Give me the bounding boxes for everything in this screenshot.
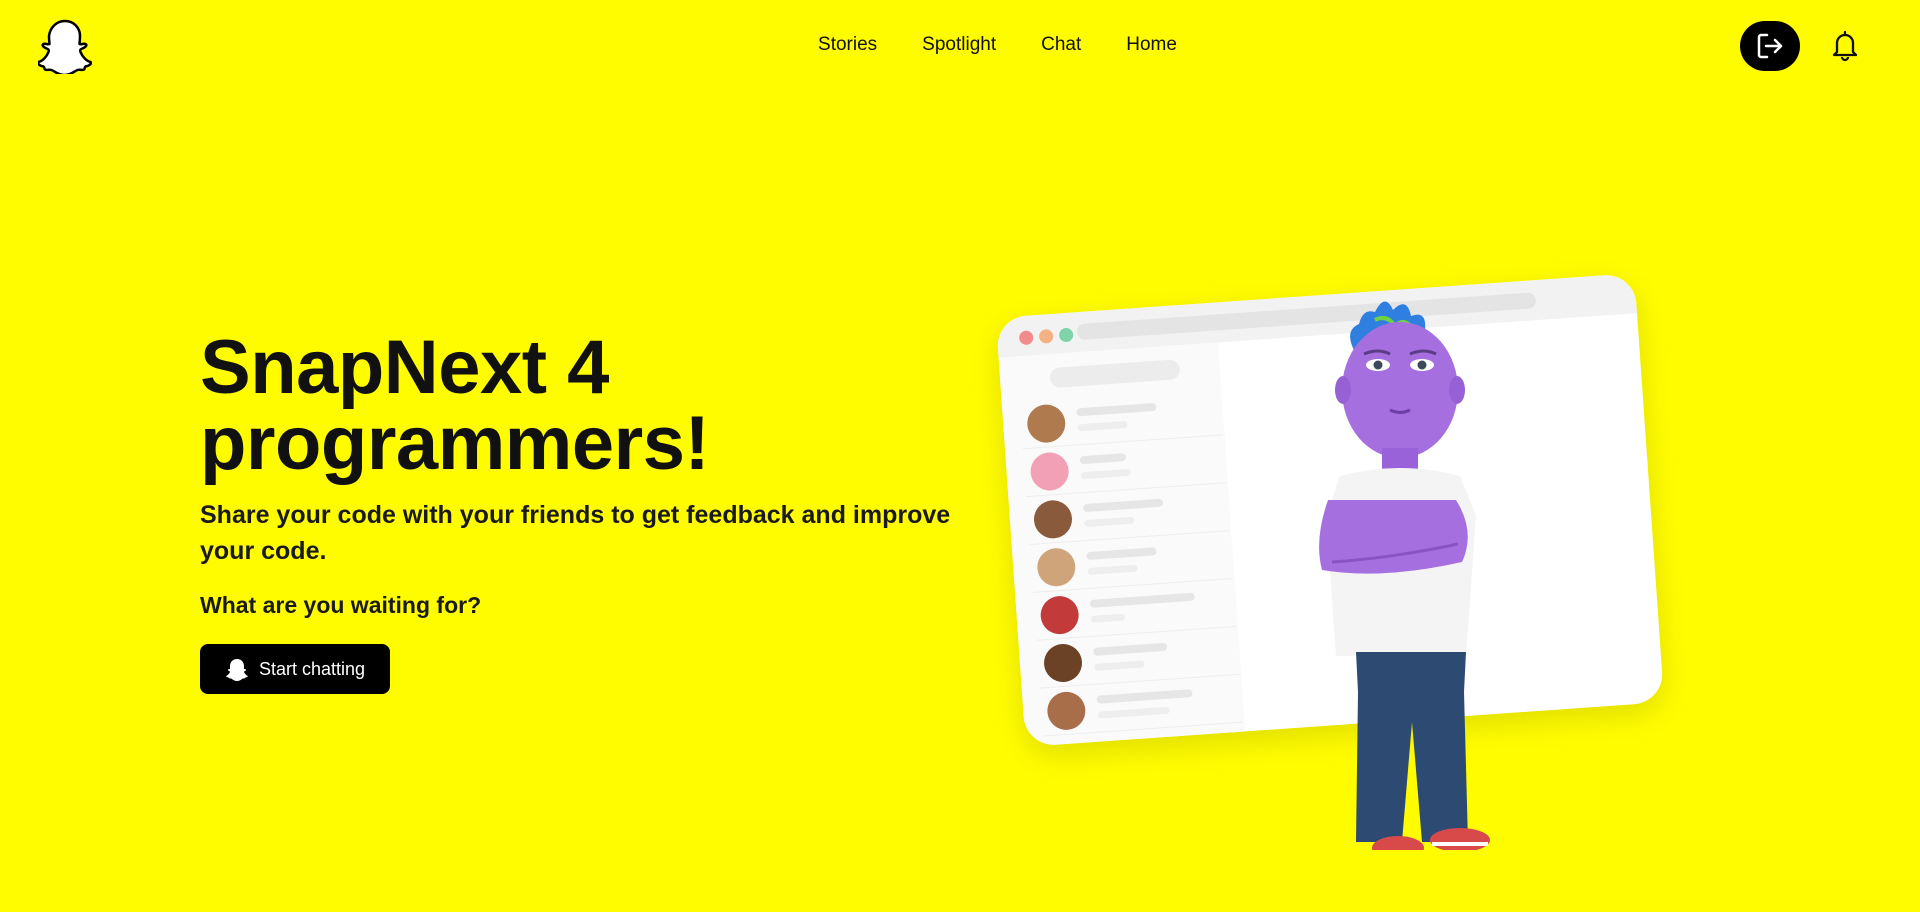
nav-stories[interactable]: Stories [818, 34, 877, 56]
start-chatting-label: Start chatting [258, 658, 366, 679]
start-chatting-button[interactable]: Start chatting [200, 644, 390, 694]
nav-chat[interactable]: Chat [1041, 34, 1081, 56]
logout-button[interactable] [1740, 21, 1800, 71]
hero-title-line1: SnapNext 4 [200, 325, 609, 410]
nav-home[interactable]: Home [1126, 34, 1177, 56]
bitmoji-avatar [1319, 301, 1490, 850]
logout-icon [1757, 33, 1783, 59]
ghost-icon [225, 659, 248, 681]
hero-illustration [980, 250, 1680, 850]
bell-icon[interactable] [1828, 28, 1862, 62]
main-nav: Stories Spotlight Chat Home [0, 34, 1920, 56]
hero-question: What are you waiting for? [200, 592, 482, 618]
hero-title-line2: programmers! [200, 401, 710, 486]
hero-subtitle: Share your code with your friends to get… [200, 501, 951, 565]
hero-title: SnapNext 4 programmers! [200, 330, 960, 482]
header: Stories Spotlight Chat Home [0, 0, 1920, 92]
nav-spotlight[interactable]: Spotlight [922, 34, 996, 56]
